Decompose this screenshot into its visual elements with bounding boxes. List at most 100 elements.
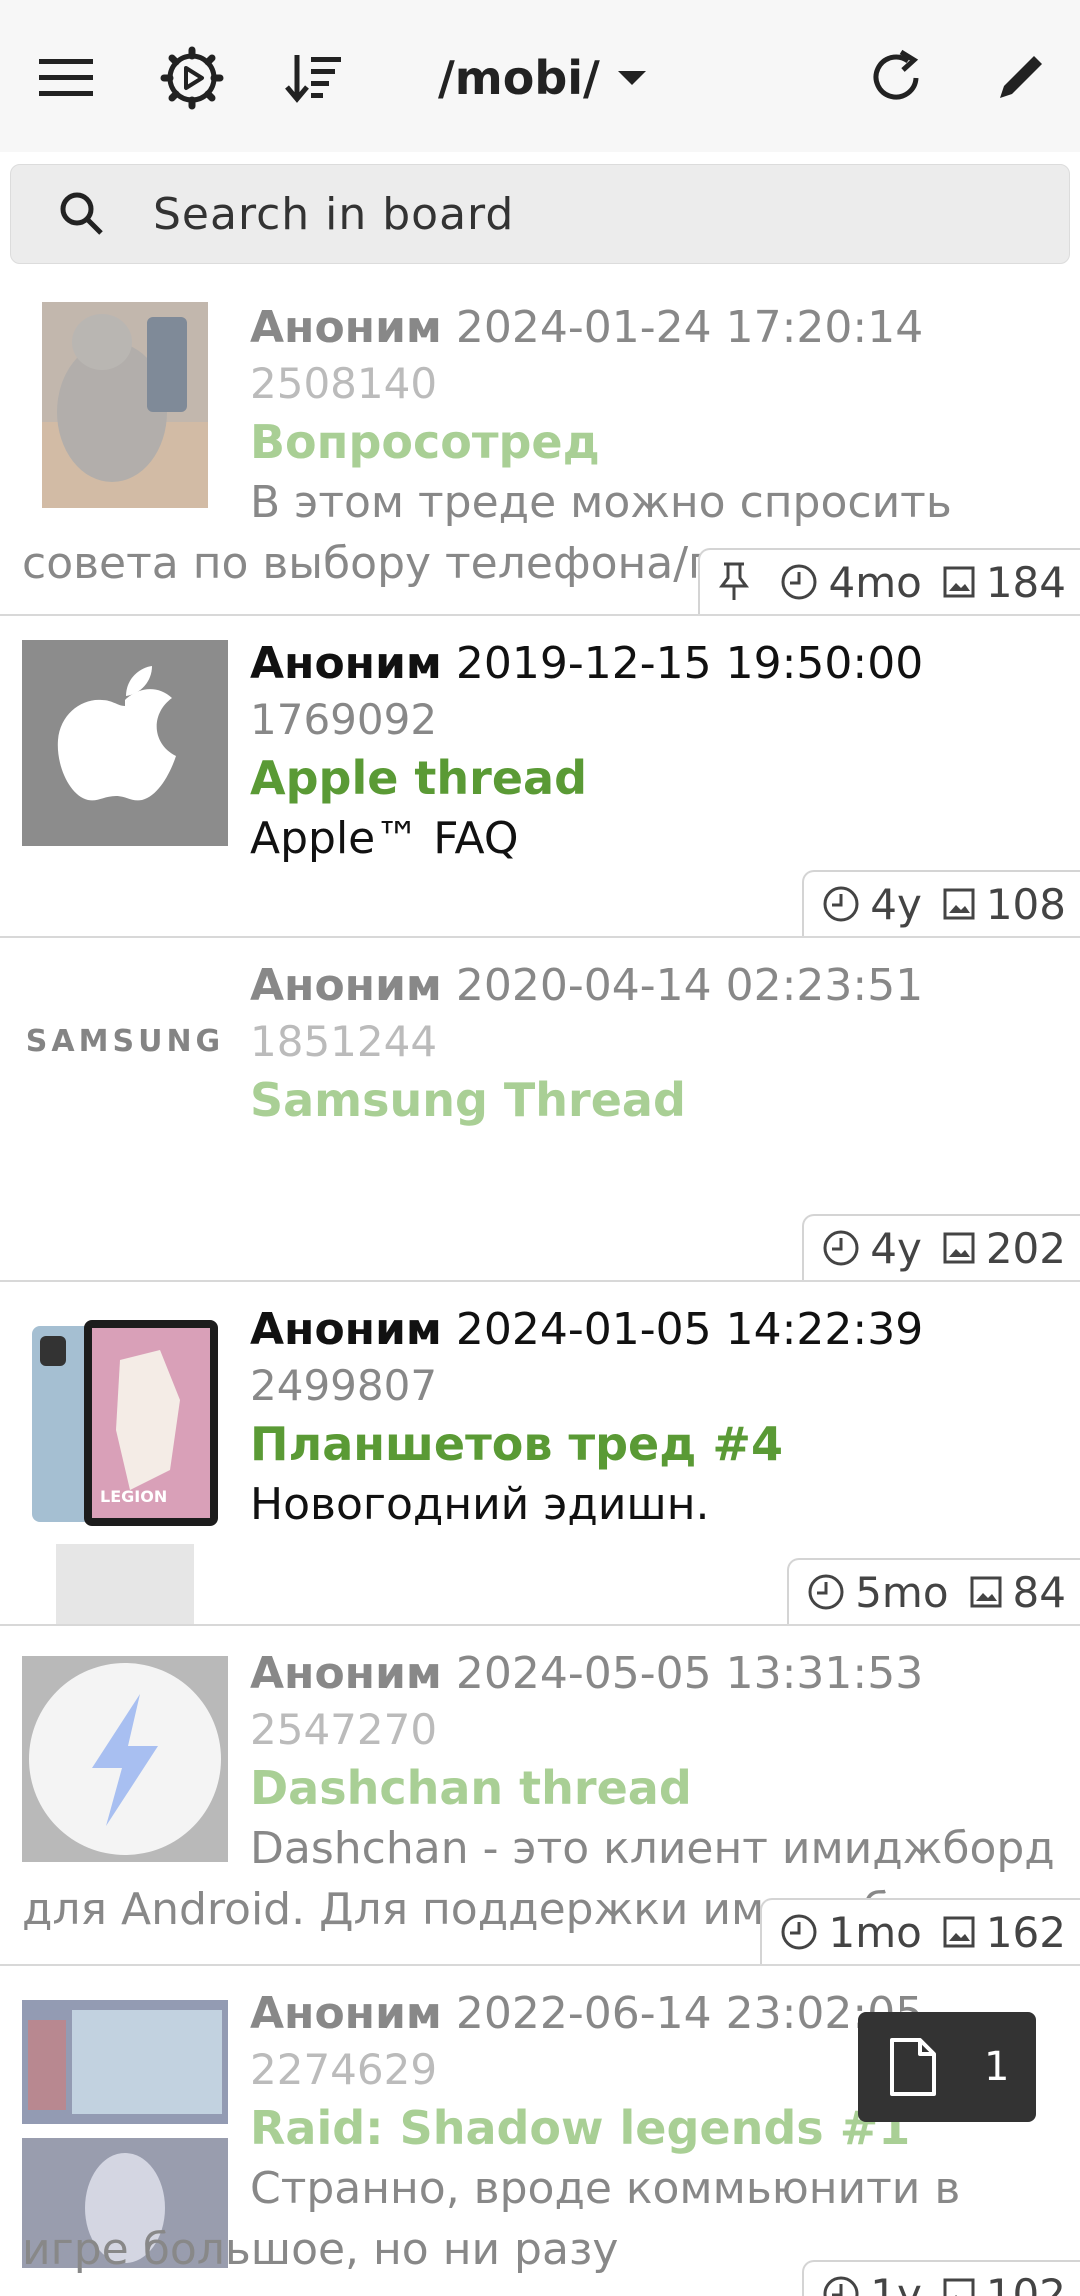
page-icon: [890, 2038, 936, 2096]
thread-age: 4y: [870, 1223, 922, 1273]
image-icon: [943, 888, 975, 920]
images-indicator: 184: [942, 558, 1066, 607]
gear-icon: [160, 46, 224, 110]
thread-stats: 4y 108: [802, 870, 1080, 936]
image-icon: [970, 1576, 1002, 1608]
thread-subject: Raid: Shadow legends #1: [250, 2101, 911, 2155]
compose-button[interactable]: [978, 36, 1062, 120]
images-indicator: 102: [942, 2270, 1066, 2296]
post-date: 2022-06-14 23:02:05: [455, 1988, 924, 2039]
thread-meta: Аноним 2019-12-15 19:50:00: [250, 636, 923, 692]
toolbar: /mobi/: [0, 0, 1080, 152]
post-date: 2019-12-15 19:50:00: [455, 638, 924, 689]
board-title: /mobi/: [438, 51, 600, 105]
refresh-button[interactable]: [856, 36, 940, 120]
thread-age: 1mo: [828, 1907, 922, 1957]
thread-stats: 1y 102: [802, 2260, 1080, 2296]
post-number: 2508140: [250, 359, 438, 408]
image-count: 184: [985, 557, 1066, 607]
author-name: Аноним: [250, 960, 442, 1011]
clock-icon: [823, 2276, 859, 2296]
thread-meta: Аноним 2024-05-05 13:31:53: [250, 1646, 923, 1702]
post-number: 1769092: [250, 695, 438, 744]
thread-item[interactable]: SAMSUNG Аноним 2020-04-14 02:23:51 18512…: [0, 938, 1080, 1282]
post-number: 2274629: [250, 2045, 438, 2094]
image-count: 202: [985, 1223, 1066, 1273]
post-number: 1851244: [250, 1017, 438, 1066]
thread-list[interactable]: Аноним 2024-01-24 17:20:14 2508140 Вопро…: [0, 280, 1080, 2296]
age-indicator: 1y: [822, 2270, 922, 2296]
sort-button[interactable]: [272, 36, 356, 120]
image-count: 84: [1012, 1567, 1066, 1617]
thread-age: 5mo: [855, 1567, 949, 1617]
clock-icon: [823, 886, 859, 922]
page-number: 1: [984, 2044, 1010, 2090]
thread-meta: Аноним 2022-06-14 23:02:05: [250, 1986, 923, 2042]
age-indicator: 5mo: [807, 1567, 949, 1617]
pin-icon: [719, 562, 750, 600]
image-icon: [943, 2278, 975, 2296]
image-icon: [943, 566, 975, 598]
images-indicator: 84: [969, 1568, 1066, 1617]
pencil-icon: [1000, 56, 1042, 98]
age-indicator: 4y: [822, 880, 922, 929]
search-input[interactable]: Search in board: [10, 164, 1070, 264]
thread-stats: 1mo 162: [760, 1898, 1080, 1964]
clock-icon: [781, 564, 817, 600]
thread-subject: Apple thread: [250, 751, 588, 805]
menu-button[interactable]: [24, 36, 108, 120]
author-name: Аноним: [250, 638, 442, 689]
thread-stats: 4y 202: [802, 1214, 1080, 1280]
image-count: 102: [985, 2269, 1066, 2296]
thread-age: 1y: [870, 2269, 922, 2296]
refresh-icon: [873, 49, 919, 100]
thread-item[interactable]: Аноним 2024-01-24 17:20:14 2508140 Вопро…: [0, 280, 1080, 616]
chevron-down-icon: [617, 71, 646, 85]
clock-icon: [808, 1574, 844, 1610]
images-indicator: 202: [942, 1224, 1066, 1273]
samsung-logo: SAMSUNG: [25, 1023, 225, 1059]
author-name: Аноним: [250, 302, 442, 353]
post-number: 2547270: [250, 1705, 438, 1754]
image-icon: [943, 1916, 975, 1948]
images-indicator: 108: [942, 880, 1066, 929]
thread-comment: Новогодний эдишн.: [250, 1479, 710, 1530]
image-icon: [943, 1232, 975, 1264]
board-selector[interactable]: /mobi/: [438, 40, 646, 116]
age-indicator: 1mo: [780, 1907, 922, 1957]
images-indicator: 162: [942, 1908, 1066, 1957]
thread-item[interactable]: Аноним 2024-05-05 13:31:53 2547270 Dashc…: [0, 1626, 1080, 1966]
thread-stats: 5mo 84: [787, 1558, 1080, 1624]
page-button[interactable]: 1: [858, 2012, 1036, 2122]
thread-subject: Dashchan thread: [250, 1761, 692, 1815]
image-count: 108: [985, 879, 1066, 929]
thread-subject: Samsung Thread: [250, 1073, 686, 1127]
author-name: Аноним: [250, 1304, 442, 1355]
hamburger-menu-icon: [39, 59, 93, 96]
search-icon: [60, 192, 103, 235]
thread-thumbnail[interactable]: SAMSUNG: [22, 988, 228, 1094]
thread-thumbnail-2[interactable]: [56, 1544, 194, 1624]
thread-subject: Планшетов тред #4: [250, 1417, 783, 1471]
image-count: 162: [985, 1907, 1066, 1957]
clock-icon: [823, 1230, 859, 1266]
settings-button[interactable]: [150, 36, 234, 120]
thread-meta: Аноним 2020-04-14 02:23:51: [250, 958, 923, 1014]
thread-meta: Аноним 2024-01-24 17:20:14: [250, 300, 923, 356]
thread-age: 4y: [870, 879, 922, 929]
age-indicator: 4mo: [780, 557, 922, 607]
thread-meta: Аноним 2024-01-05 14:22:39: [250, 1302, 923, 1358]
post-date: 2024-01-24 17:20:14: [455, 302, 924, 353]
thread-thumbnail[interactable]: [22, 2000, 228, 2124]
thread-item[interactable]: Аноним 2019-12-15 19:50:00 1769092 Apple…: [0, 616, 1080, 938]
sort-icon: [285, 55, 341, 103]
post-date: 2024-01-05 14:22:39: [455, 1304, 924, 1355]
game-screenshot-icon: [22, 2000, 228, 2124]
pin-indicator: [718, 562, 760, 602]
thread-subject: Вопросотред: [250, 415, 600, 469]
thread-stats: 4mo 184: [698, 548, 1080, 614]
thread-item[interactable]: LEGION Аноним 2024-01-05 14:22:39 249980…: [0, 1282, 1080, 1626]
author-name: Аноним: [250, 1988, 442, 2039]
thread-comment: Apple™ FAQ: [250, 813, 519, 864]
thread-age: 4mo: [828, 557, 922, 607]
